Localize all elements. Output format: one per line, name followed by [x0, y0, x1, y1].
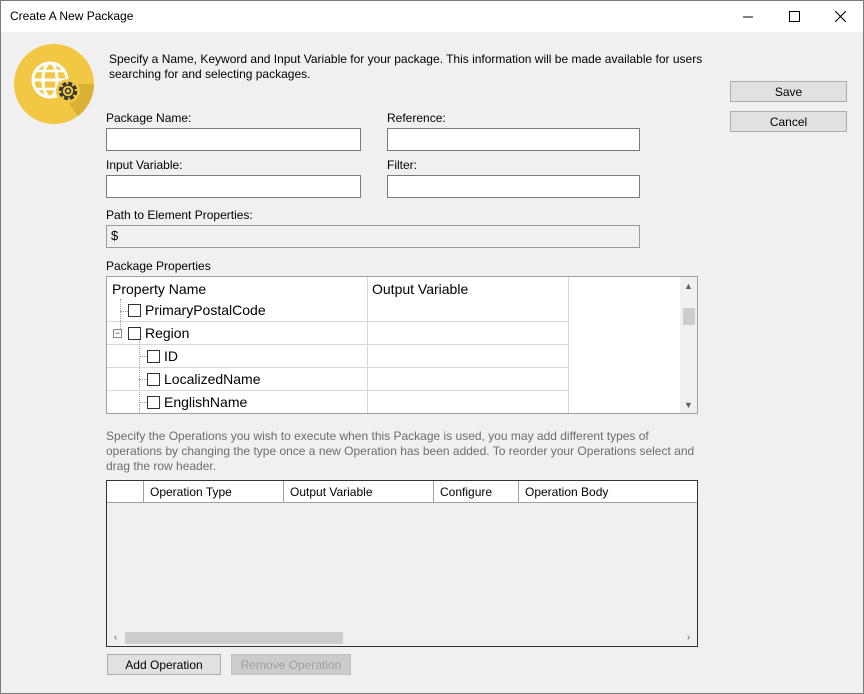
operations-horizontal-scrollbar[interactable]: ‹ ›: [107, 629, 697, 646]
tree-row[interactable]: − Region: [107, 322, 568, 345]
filter-label: Filter:: [387, 158, 417, 172]
property-name: LocalizedName: [164, 371, 261, 387]
tree-row[interactable]: EnglishName: [107, 391, 568, 413]
property-name: Region: [145, 325, 190, 341]
remove-operation-button[interactable]: Remove Operation: [231, 654, 351, 675]
operations-description: Specify the Operations you wish to execu…: [106, 429, 695, 473]
filter-input[interactable]: [387, 175, 640, 198]
checkbox-id[interactable]: [147, 350, 160, 363]
path-label: Path to Element Properties:: [106, 208, 253, 222]
add-operation-button[interactable]: Add Operation: [107, 654, 221, 675]
property-name: PrimaryPostalCode: [145, 302, 266, 318]
properties-vertical-scrollbar[interactable]: ▲ ▼: [680, 277, 697, 413]
checkbox-region[interactable]: [128, 327, 141, 340]
column-header-output-variable[interactable]: Output Variable: [283, 481, 433, 503]
scroll-down-icon[interactable]: ▼: [680, 396, 697, 413]
scroll-left-icon[interactable]: ‹: [107, 629, 124, 646]
column-header-operation-type[interactable]: Operation Type: [143, 481, 283, 503]
package-name-input[interactable]: [106, 128, 361, 151]
checkbox-englishname[interactable]: [147, 396, 160, 409]
tree-row[interactable]: LocalizedName: [107, 368, 568, 391]
reference-input[interactable]: [387, 128, 640, 151]
column-header-configure[interactable]: Configure: [433, 481, 518, 503]
minimize-icon: [743, 16, 753, 17]
save-button[interactable]: Save: [730, 81, 847, 102]
maximize-icon: [788, 11, 800, 22]
checkbox-primarypostalcode[interactable]: [128, 304, 141, 317]
maximize-button[interactable]: [771, 1, 817, 32]
property-name: ID: [164, 348, 178, 364]
cancel-button[interactable]: Cancel: [730, 111, 847, 132]
input-variable-label: Input Variable:: [106, 158, 183, 172]
checkbox-localizedname[interactable]: [147, 373, 160, 386]
close-button[interactable]: [817, 1, 863, 32]
properties-grid-header: Property Name Output Variable: [107, 277, 568, 299]
globe-gear-icon: [14, 44, 94, 124]
title-bar: Create A New Package: [1, 1, 863, 32]
window-title: Create A New Package: [10, 9, 134, 23]
close-icon: [834, 11, 846, 22]
create-package-window: Create A New Package Specify a Name, Key…: [0, 0, 864, 694]
operations-grid[interactable]: Operation Type Output Variable Configure…: [106, 480, 698, 647]
package-properties-label: Package Properties: [106, 259, 211, 273]
tree-row[interactable]: PrimaryPostalCode: [107, 299, 568, 322]
tree-row[interactable]: ID: [107, 345, 568, 368]
row-header-column: [107, 481, 143, 503]
reference-label: Reference:: [387, 111, 446, 125]
collapse-icon[interactable]: −: [113, 329, 122, 338]
column-header-property-name[interactable]: Property Name: [112, 281, 206, 297]
property-name: EnglishName: [164, 394, 248, 410]
input-variable-input[interactable]: [106, 175, 361, 198]
scroll-thumb[interactable]: [683, 308, 695, 325]
operations-grid-header: Operation Type Output Variable Configure…: [107, 481, 697, 503]
column-header-operation-body[interactable]: Operation Body: [518, 481, 697, 503]
path-input[interactable]: $: [106, 225, 640, 248]
scroll-right-icon[interactable]: ›: [680, 629, 697, 646]
scroll-thumb[interactable]: [125, 632, 343, 644]
scroll-up-icon[interactable]: ▲: [680, 277, 697, 294]
package-name-label: Package Name:: [106, 111, 192, 125]
minimize-button[interactable]: [725, 1, 771, 32]
package-properties-grid[interactable]: Property Name Output Variable PrimaryPos…: [106, 276, 698, 414]
column-header-output-variable[interactable]: Output Variable: [372, 281, 468, 297]
header-description: Specify a Name, Keyword and Input Variab…: [109, 52, 703, 81]
